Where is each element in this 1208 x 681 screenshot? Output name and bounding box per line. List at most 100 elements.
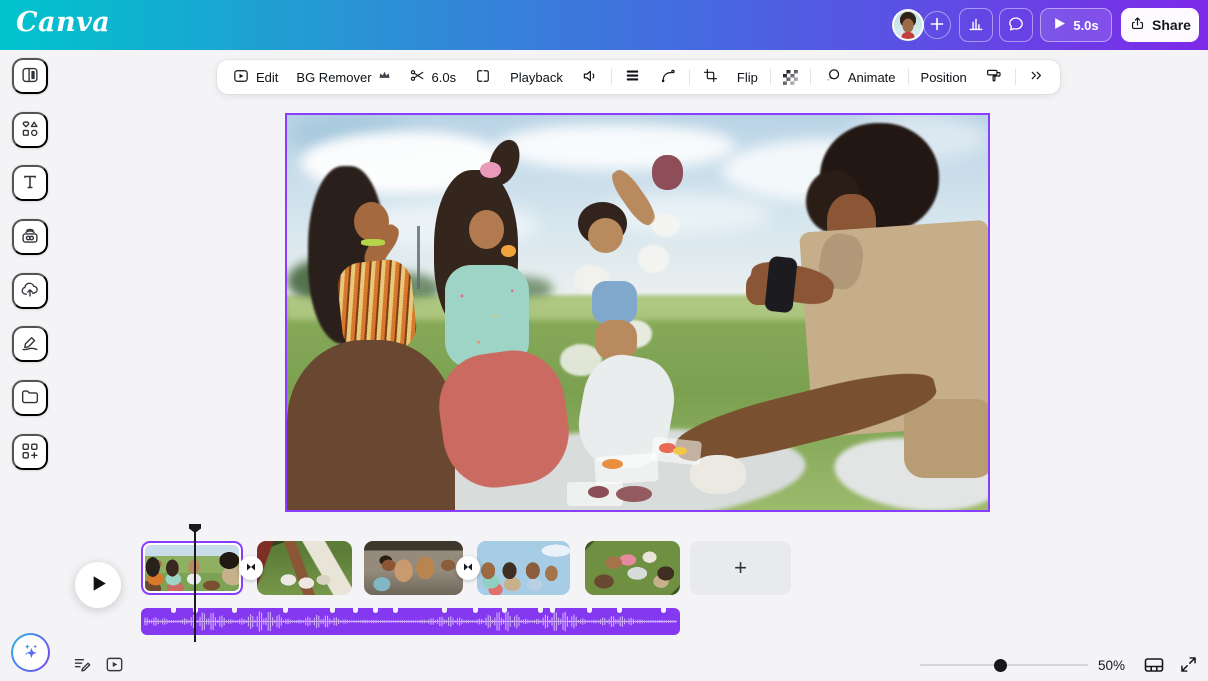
timeline-clip-legs-on-grass[interactable] [257, 541, 352, 595]
edit-label: Edit [256, 69, 279, 85]
crop-icon [702, 67, 719, 87]
mirror-button[interactable] [465, 60, 501, 94]
motion-curve-button[interactable] [650, 60, 686, 94]
comments-button[interactable] [999, 8, 1033, 42]
add-member-button[interactable] [923, 11, 951, 39]
more-tools-button[interactable] [1019, 60, 1054, 94]
preview-duration-label: 5.0s [1073, 17, 1099, 33]
toolbar-divider [1014, 69, 1016, 85]
ai-assistant-button[interactable] [11, 633, 50, 672]
playback-label: Playback [510, 69, 563, 85]
toolbar-divider [610, 69, 612, 85]
text-icon [19, 171, 41, 196]
toolbar-divider [809, 69, 811, 85]
canvas-photo [287, 115, 988, 510]
playhead[interactable] [188, 521, 202, 642]
position-button[interactable]: Position [912, 60, 976, 94]
video-player-icon [104, 654, 125, 678]
trim-button[interactable]: 6.0s [400, 60, 466, 94]
transition-button-1[interactable] [239, 556, 263, 580]
expand-icon [1178, 654, 1199, 678]
export-icon [1129, 15, 1146, 35]
position-label: Position [920, 69, 967, 85]
thick-lines-icon [624, 67, 641, 87]
volume-button[interactable] [572, 60, 608, 94]
sidebar-item-draw[interactable] [12, 326, 48, 362]
playhead-line [194, 528, 196, 642]
scissors-icon [409, 67, 426, 87]
design-icon [19, 64, 41, 89]
transparency-button[interactable] [774, 60, 807, 94]
speaker-icon [581, 67, 599, 88]
pages-grid-icon [1142, 653, 1166, 680]
fullscreen-button[interactable] [1176, 654, 1200, 678]
bg-remover-label: BG Remover [296, 69, 372, 85]
transition-bowtie-icon [245, 561, 257, 576]
zoom-level-label: 50% [1098, 658, 1126, 673]
mirror-pages-icon [474, 67, 492, 88]
grid-view-button[interactable] [1141, 653, 1167, 679]
sidebar-item-brand[interactable] [12, 219, 48, 255]
insights-button[interactable] [959, 8, 993, 42]
canva-video-editor: Canva 5.0s Share Edit BG Remover 6.0s Pl… [0, 0, 1208, 681]
add-clip-button[interactable]: + [690, 541, 791, 595]
context-toolbar: Edit BG Remover 6.0s Playback Flip Anima… [217, 60, 1060, 94]
video-badge-icon [232, 67, 250, 88]
share-button[interactable]: Share [1121, 8, 1199, 42]
transition-button-2[interactable] [456, 556, 480, 580]
transition-bowtie-icon [462, 561, 474, 576]
sidebar-item-apps[interactable] [12, 434, 48, 470]
timeline-play-button[interactable] [75, 562, 121, 608]
bg-remover-button[interactable]: BG Remover [287, 60, 399, 94]
top-bar: Canva 5.0s Share [0, 0, 1208, 50]
play-icon [1053, 17, 1066, 33]
flip-button[interactable]: Flip [728, 60, 767, 94]
notes-icon [72, 654, 93, 678]
preview-play-button[interactable]: 5.0s [1040, 8, 1112, 42]
audio-waveform[interactable] [141, 608, 680, 635]
bar-chart-icon [966, 14, 986, 37]
video-canvas[interactable] [285, 113, 990, 512]
shapes-icon [19, 118, 41, 143]
canva-logo[interactable]: Canva [16, 7, 110, 38]
copy-style-button[interactable] [976, 60, 1012, 94]
plus-icon [929, 16, 945, 35]
adjust-button[interactable] [615, 60, 650, 94]
sidebar-item-projects[interactable] [12, 380, 48, 416]
curve-icon [659, 67, 677, 88]
pro-crown-icon [378, 69, 391, 85]
folder-icon [19, 386, 41, 411]
sidebar-item-elements[interactable] [12, 112, 48, 148]
playback-button[interactable]: Playback [501, 60, 572, 94]
toolbar-divider [907, 69, 909, 85]
play-icon [90, 575, 107, 595]
animate-button[interactable]: Animate [814, 60, 905, 94]
apps-icon [19, 440, 41, 465]
toolbar-divider [769, 69, 771, 85]
timeline-clip-hands-in-car[interactable] [364, 541, 463, 595]
sidebar-item-design[interactable] [12, 58, 48, 94]
sidebar-item-text[interactable] [12, 165, 48, 201]
sparkle-icon [20, 640, 42, 665]
crop-button[interactable] [693, 60, 728, 94]
sidebar-item-uploads[interactable] [12, 273, 48, 309]
edit-button[interactable]: Edit [223, 60, 287, 94]
animate-label: Animate [847, 69, 896, 85]
notes-button[interactable] [71, 655, 93, 677]
timeline-clip-picnic-overhead[interactable] [585, 541, 680, 595]
toolbar-divider [688, 69, 690, 85]
share-label: Share [1152, 17, 1191, 33]
trim-duration-label: 6.0s [431, 69, 457, 85]
double-chevron-right-icon [1028, 67, 1045, 87]
brand-icon [19, 225, 41, 250]
zoom-slider-knob[interactable] [994, 659, 1007, 672]
transparency-icon [782, 69, 798, 85]
upload-cloud-icon [19, 279, 41, 304]
comment-icon [1006, 14, 1026, 37]
duration-pages-button[interactable] [103, 655, 125, 677]
animate-icon [823, 66, 842, 88]
timeline-clip-friends-under-sky[interactable] [477, 541, 570, 595]
avatar[interactable] [892, 9, 924, 41]
flip-label: Flip [736, 69, 758, 85]
paint-roller-icon [985, 67, 1003, 88]
